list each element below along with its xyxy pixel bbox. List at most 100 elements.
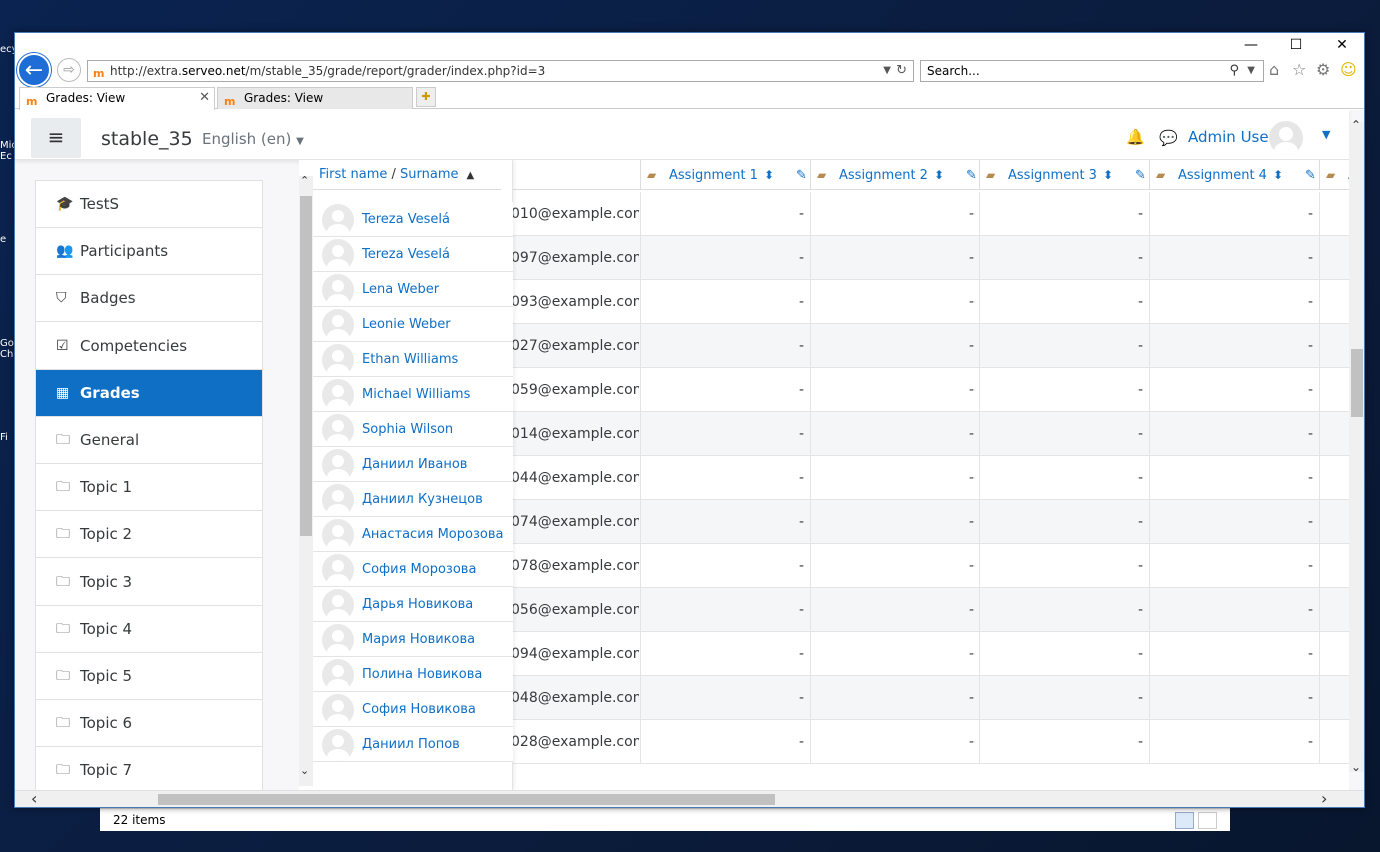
scroll-down-icon[interactable]: ⌄: [300, 764, 309, 777]
grade-cell[interactable]: [1319, 368, 1349, 412]
scroll-up-icon[interactable]: ⌃: [1351, 118, 1361, 132]
grade-cell[interactable]: -: [640, 412, 810, 456]
grade-cell[interactable]: -: [810, 236, 980, 280]
student-name-link[interactable]: Ethan Williams: [362, 342, 458, 377]
user-menu-name[interactable]: Admin User: [1188, 128, 1275, 146]
sidebar-item-topic-1[interactable]: 🗀 Topic 1: [36, 464, 262, 512]
details-view-button[interactable]: [1175, 812, 1194, 829]
sort-icon[interactable]: ⬍: [1103, 168, 1113, 182]
assignment-link[interactable]: As: [1348, 168, 1349, 183]
user-picture[interactable]: [322, 484, 354, 516]
student-name-link[interactable]: Sophia Wilson: [362, 412, 453, 447]
grade-cell[interactable]: -: [1149, 720, 1319, 764]
desktop-icon-firefox[interactable]: Fi: [0, 432, 14, 443]
grade-cell[interactable]: -: [640, 236, 810, 280]
assignment-link[interactable]: Assignment 2: [839, 168, 928, 183]
scroll-up-icon[interactable]: ⌃: [300, 174, 309, 187]
grade-cell[interactable]: -: [810, 500, 980, 544]
assignment-link[interactable]: Assignment 1: [669, 168, 758, 183]
assignment-link[interactable]: Assignment 4: [1178, 168, 1267, 183]
grade-cell[interactable]: -: [979, 720, 1149, 764]
grade-cell[interactable]: -: [979, 324, 1149, 368]
grade-cell[interactable]: -: [1149, 412, 1319, 456]
grade-cell[interactable]: -: [810, 324, 980, 368]
sidebar-item-topic-3[interactable]: 🗀 Topic 3: [36, 559, 262, 606]
desktop-icon-chrome[interactable]: Go Ch: [0, 338, 14, 360]
scrollbar-thumb[interactable]: [158, 794, 775, 805]
grade-cell[interactable]: -: [979, 192, 1149, 236]
sidebar-item-topic-2[interactable]: 🗀 Topic 2: [36, 511, 262, 559]
grade-cell[interactable]: -: [979, 632, 1149, 676]
grade-cell[interactable]: -: [640, 192, 810, 236]
sidebar-item-competencies[interactable]: ☑ Competencies: [36, 323, 262, 370]
grade-cell[interactable]: [1319, 412, 1349, 456]
student-name-link[interactable]: Даниил Иванов: [362, 447, 467, 482]
edit-pencil-icon[interactable]: ✎: [796, 168, 807, 183]
user-picture[interactable]: [322, 554, 354, 586]
grade-cell[interactable]: -: [1149, 280, 1319, 324]
sidebar-item-general[interactable]: 🗀 General: [36, 417, 262, 464]
grade-cell[interactable]: -: [810, 280, 980, 324]
search-icon[interactable]: ⚲: [1229, 61, 1239, 81]
scroll-right-icon[interactable]: ›: [1321, 789, 1327, 807]
grade-cell[interactable]: -: [979, 412, 1149, 456]
user-picture[interactable]: [322, 204, 354, 236]
grade-cell[interactable]: -: [979, 500, 1149, 544]
user-picture[interactable]: [322, 414, 354, 446]
user-picture[interactable]: [322, 624, 354, 656]
student-name-link[interactable]: Tereza Veselá: [362, 202, 450, 237]
grade-cell[interactable]: [1319, 236, 1349, 280]
user-picture[interactable]: [322, 729, 354, 761]
grader-vertical-scrollbar[interactable]: ⌃ ⌄: [299, 174, 313, 786]
tab-close-icon[interactable]: ✕: [199, 88, 210, 108]
grade-cell[interactable]: [1319, 676, 1349, 720]
user-picture[interactable]: [322, 274, 354, 306]
drawer-toggle-button[interactable]: ≡: [31, 118, 81, 158]
student-name-link[interactable]: Tereza Veselá: [362, 237, 450, 272]
student-name-link[interactable]: Michael Williams: [362, 377, 470, 412]
address-dropdown-icon[interactable]: ▼: [883, 61, 891, 81]
language-menu[interactable]: English (en) ▼: [202, 130, 304, 148]
grade-cell[interactable]: -: [810, 676, 980, 720]
user-picture[interactable]: [322, 589, 354, 621]
search-dropdown-icon[interactable]: ▼: [1247, 61, 1255, 81]
grade-cell[interactable]: -: [810, 588, 980, 632]
sort-icon[interactable]: ⬍: [764, 168, 774, 182]
maximize-button[interactable]: ☐: [1286, 37, 1306, 53]
sidebar-item-participants[interactable]: 👥 Participants: [36, 228, 262, 276]
grade-cell[interactable]: -: [1149, 324, 1319, 368]
student-name-link[interactable]: Мария Новикова: [362, 622, 475, 657]
grade-cell[interactable]: -: [640, 720, 810, 764]
sort-icon[interactable]: ⬍: [1273, 168, 1283, 182]
student-name-link[interactable]: Дарья Новикова: [362, 587, 473, 622]
sort-first-name-link[interactable]: First name: [319, 167, 387, 182]
student-name-link[interactable]: Даниил Кузнецов: [362, 482, 483, 517]
search-box[interactable]: Search... ⚲ ▼: [920, 60, 1264, 82]
grade-cell[interactable]: [1319, 324, 1349, 368]
sidebar-item-topic-4[interactable]: 🗀 Topic 4: [36, 606, 262, 653]
grade-cell[interactable]: -: [640, 368, 810, 412]
address-bar[interactable]: m http://extra.serveo.net/m/stable_35/gr…: [87, 60, 914, 82]
sidebar-item-grades[interactable]: ▦ Grades: [36, 369, 262, 417]
page-vertical-scrollbar[interactable]: ⌃ ⌄: [1349, 118, 1364, 774]
grade-cell[interactable]: -: [1149, 500, 1319, 544]
desktop-icon-recycle-bin[interactable]: ecy: [0, 44, 14, 55]
favorites-star-icon[interactable]: ☆: [1292, 62, 1306, 78]
grade-cell[interactable]: [1319, 544, 1349, 588]
sidebar-item-topic-7[interactable]: 🗀 Topic 7: [36, 747, 262, 795]
close-button[interactable]: ✕: [1332, 37, 1352, 53]
assignment-link[interactable]: Assignment 3: [1008, 168, 1097, 183]
sidebar-item-topic-5[interactable]: 🗀 Topic 5: [36, 653, 262, 700]
grade-cell[interactable]: -: [1149, 192, 1319, 236]
sort-surname-link[interactable]: Surname: [400, 167, 458, 182]
sidebar-item-topic-6[interactable]: 🗀 Topic 6: [36, 700, 262, 748]
user-menu-caret-icon[interactable]: ▼: [1322, 128, 1330, 141]
grade-cell[interactable]: -: [640, 544, 810, 588]
forward-button[interactable]: ⇨: [57, 58, 81, 82]
grade-cell[interactable]: -: [810, 632, 980, 676]
user-picture[interactable]: [322, 659, 354, 691]
scrollbar-thumb[interactable]: [1351, 349, 1363, 417]
student-name-link[interactable]: Анастасия Морозова: [362, 517, 503, 552]
tab-grades-view-2[interactable]: m Grades: View: [217, 87, 413, 109]
user-picture[interactable]: [322, 239, 354, 271]
